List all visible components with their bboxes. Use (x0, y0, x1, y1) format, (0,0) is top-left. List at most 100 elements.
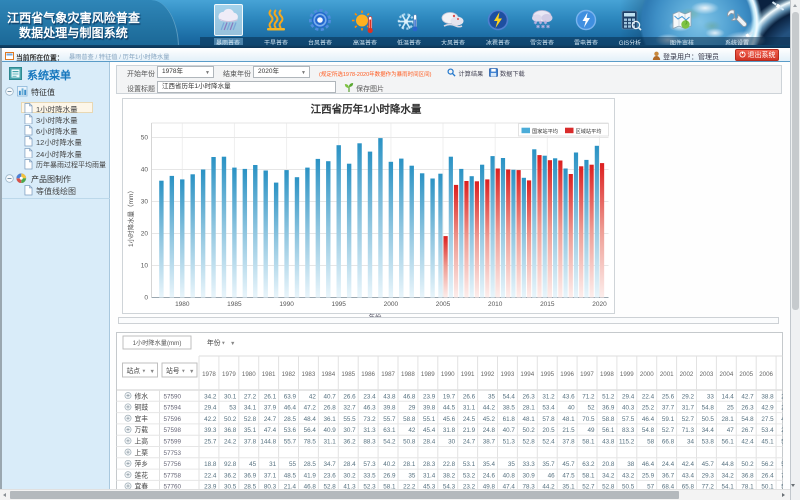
svg-text:63.2: 63.2 (582, 461, 595, 468)
svg-text:上栗: 上栗 (134, 448, 148, 457)
svg-text:31: 31 (269, 461, 277, 468)
svg-text:萍乡: 萍乡 (134, 459, 148, 468)
svg-text:144.8: 144.8 (260, 439, 276, 446)
svg-text:37.9: 37.9 (263, 405, 276, 412)
svg-text:26.7: 26.7 (741, 427, 754, 434)
svg-text:29.4: 29.4 (204, 405, 217, 412)
svg-text:53.4: 53.4 (761, 427, 774, 434)
svg-text:52.7: 52.7 (681, 416, 694, 423)
svg-text:22.8: 22.8 (442, 461, 455, 468)
svg-text:1981: 1981 (261, 371, 275, 378)
svg-text:26.4: 26.4 (761, 472, 774, 479)
svg-text:1983: 1983 (301, 371, 315, 378)
svg-text:29: 29 (408, 405, 416, 412)
svg-text:34.2: 34.2 (721, 472, 734, 479)
svg-text:52.8: 52.8 (243, 416, 256, 423)
svg-text:57598: 57598 (163, 427, 181, 434)
svg-text:50: 50 (140, 135, 148, 142)
svg-text:2000: 2000 (383, 301, 398, 308)
svg-text:42.2: 42.2 (204, 416, 217, 423)
svg-text:48.5: 48.5 (283, 472, 296, 479)
svg-text:30.1: 30.1 (224, 393, 237, 400)
svg-text:31.2: 31.2 (542, 393, 555, 400)
svg-text:30: 30 (448, 439, 456, 446)
svg-text:1980: 1980 (241, 371, 255, 378)
svg-text:14.4: 14.4 (721, 393, 734, 400)
svg-text:23.9: 23.9 (423, 393, 436, 400)
svg-text:31.7: 31.7 (681, 405, 694, 412)
svg-text:45.6: 45.6 (442, 416, 455, 423)
svg-text:50.5: 50.5 (701, 416, 714, 423)
svg-text:37.7: 37.7 (661, 405, 674, 412)
svg-text:21.9: 21.9 (462, 427, 475, 434)
svg-text:56.1: 56.1 (602, 427, 615, 434)
svg-text:53.4: 53.4 (542, 405, 555, 412)
svg-text:39.8: 39.8 (423, 405, 436, 412)
svg-text:52.8: 52.8 (522, 439, 535, 446)
svg-text:58.1: 58.1 (582, 472, 595, 479)
svg-text:18.8: 18.8 (204, 461, 217, 468)
svg-text:▼: ▼ (149, 369, 154, 375)
svg-text:38.2: 38.2 (442, 472, 455, 479)
svg-text:1991: 1991 (460, 371, 474, 378)
svg-text:0: 0 (144, 295, 148, 302)
svg-text:40: 40 (140, 167, 148, 174)
svg-text:71.3: 71.3 (681, 427, 694, 434)
svg-text:83.3: 83.3 (622, 427, 635, 434)
svg-text:24.2: 24.2 (224, 439, 237, 446)
svg-text:40.2: 40.2 (383, 461, 396, 468)
svg-text:2001: 2001 (659, 371, 673, 378)
svg-text:58.8: 58.8 (602, 416, 615, 423)
svg-text:1984: 1984 (321, 371, 335, 378)
svg-text:24.7: 24.7 (462, 439, 475, 446)
svg-text:36.8: 36.8 (224, 427, 237, 434)
svg-text:53.8: 53.8 (701, 439, 714, 446)
svg-text:52.6: 52.6 (781, 439, 783, 446)
svg-text:1990: 1990 (279, 301, 294, 308)
svg-text:1980: 1980 (175, 301, 190, 308)
svg-text:26.6: 26.6 (343, 393, 356, 400)
svg-text:52.7: 52.7 (661, 427, 674, 434)
svg-text:36.9: 36.9 (602, 405, 615, 412)
svg-text:1小时降水量(mm): 1小时降水量(mm) (132, 339, 181, 347)
svg-text:10: 10 (140, 263, 148, 270)
svg-text:24.8: 24.8 (482, 427, 495, 434)
svg-text:1999: 1999 (619, 371, 633, 378)
svg-text:40.7: 40.7 (323, 393, 336, 400)
svg-text:37.8: 37.8 (243, 439, 256, 446)
svg-text:35.4: 35.4 (482, 461, 495, 468)
svg-text:44.2: 44.2 (482, 405, 495, 412)
svg-text:53.1: 53.1 (462, 461, 475, 468)
svg-text:2002: 2002 (679, 371, 693, 378)
svg-text:56.2: 56.2 (761, 461, 774, 468)
svg-text:28.4: 28.4 (343, 461, 356, 468)
svg-text:2005: 2005 (739, 371, 753, 378)
svg-text:江西省历年1小时降水量: 江西省历年1小时降水量 (310, 103, 421, 116)
svg-text:26.3: 26.3 (522, 393, 535, 400)
svg-text:29.1: 29.1 (781, 405, 783, 412)
svg-text:31.3: 31.3 (363, 427, 376, 434)
svg-text:34.4: 34.4 (701, 427, 714, 434)
svg-text:28.4: 28.4 (423, 439, 436, 446)
svg-text:▾: ▾ (182, 369, 185, 375)
svg-text:1995: 1995 (331, 301, 346, 308)
svg-text:站点: 站点 (126, 366, 140, 375)
svg-text:宜丰: 宜丰 (134, 414, 148, 423)
svg-text:24.7: 24.7 (263, 416, 276, 423)
svg-text:30.2: 30.2 (343, 472, 356, 479)
svg-text:34: 34 (686, 439, 694, 446)
svg-text:43.8: 43.8 (602, 439, 615, 446)
svg-text:20.5: 20.5 (542, 427, 555, 434)
svg-text:55.7: 55.7 (283, 439, 296, 446)
svg-text:1992: 1992 (480, 371, 494, 378)
svg-text:47: 47 (726, 427, 734, 434)
svg-text:区域站平均: 区域站平均 (575, 127, 601, 135)
svg-text:63.1: 63.1 (383, 427, 396, 434)
svg-text:34.2: 34.2 (602, 472, 615, 479)
svg-text:45.4: 45.4 (423, 427, 436, 434)
svg-text:38: 38 (627, 461, 635, 468)
svg-text:国家站平均: 国家站平均 (532, 127, 558, 135)
svg-text:45.7: 45.7 (562, 461, 575, 468)
svg-text:▾: ▾ (222, 341, 225, 347)
svg-text:莲花: 莲花 (134, 470, 148, 479)
